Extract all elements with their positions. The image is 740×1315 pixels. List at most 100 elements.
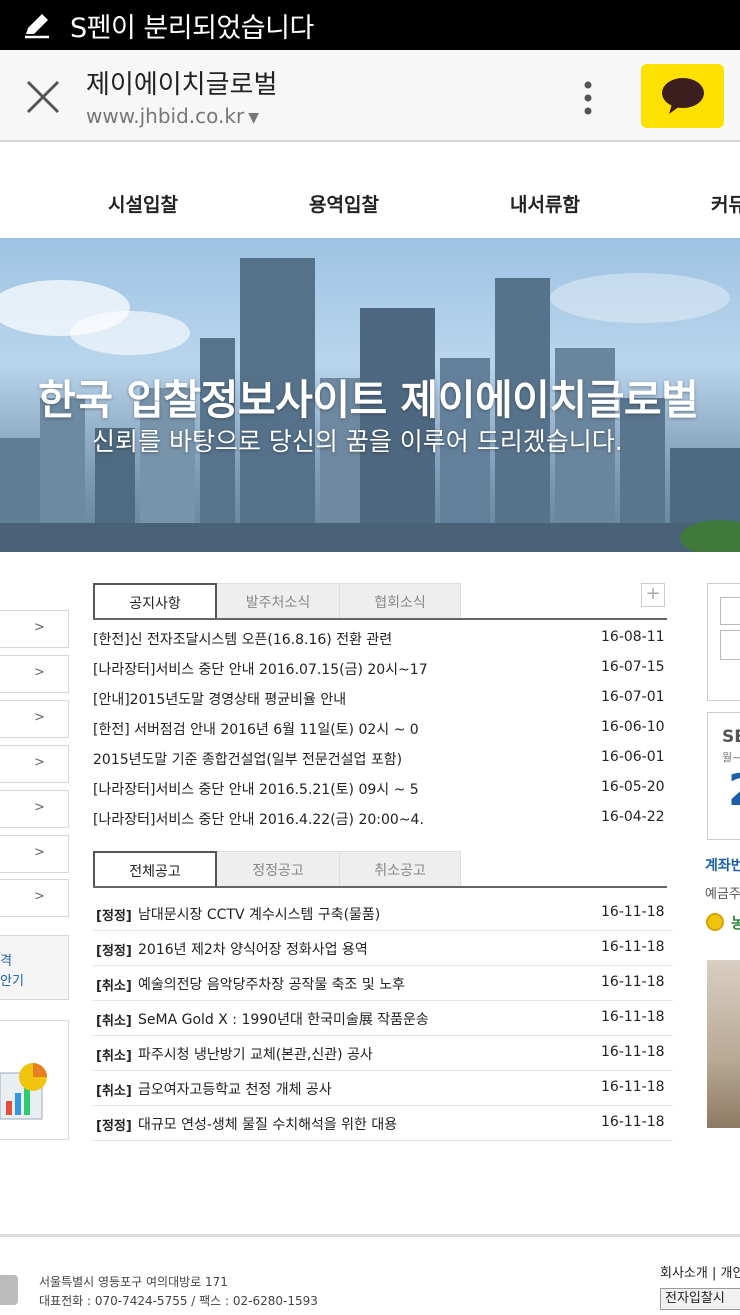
tab-client-news[interactable]: 발주처소식 [217,583,340,619]
notice-title: 2015년도말 기준 종합건설업(일부 전문건설업 포함) [93,752,403,768]
pen-icon [25,14,49,39]
url-text: www.jhbid.co.kr [86,104,245,128]
bid-title: SeMA Gold X : 1990년대 한국미술展 작품운송 [138,1012,429,1028]
page-title: 제이에이치글로벌 [86,70,278,100]
bid-title: 파주시청 냉난방기 교체(본관,신관) 공사 [138,1047,373,1063]
notice-title: [나라장터]서비스 중단 안내 2016.07.15(금) 20시~17 [93,662,428,678]
medal-icon [706,913,724,931]
support-card-number: 2 [728,765,740,816]
bid-status-tag: [정정] [96,909,132,924]
bid-status-tag: [취소] [96,1049,132,1064]
promo-photo[interactable] [707,960,740,1128]
bank-row: 농 [705,910,740,936]
bid-date: 16-11-18 [601,1009,665,1025]
notice-date: 16-07-15 [601,659,665,675]
tab-underline [93,886,667,888]
bid-title: 예술의전당 음악당주차장 공작물 축조 및 노후 [138,977,405,993]
sidebar-info-box[interactable]: 격 안기 [0,935,69,1000]
bid-date: 16-11-18 [601,904,665,920]
nav-item-my-documents[interactable]: 내서류함 [510,190,580,217]
account-holder-label: 예금주 [705,887,740,902]
tab-association-news[interactable]: 협회소식 [340,583,461,619]
notice-title: [안내]2015년도말 경영상태 평균비율 안내 [93,692,347,708]
footer-logo [0,1275,18,1305]
chevron-right-icon: > [34,889,45,904]
login-id-field[interactable] [720,597,740,625]
notice-date: 16-06-10 [601,719,665,735]
notice-date: 16-06-01 [601,749,665,765]
sidebar-menu-item[interactable]: > [0,610,69,648]
nav-item-facility-bids[interactable]: 시설입찰 [108,190,178,217]
support-card-label: SE [722,727,740,747]
nav-item-service-bids[interactable]: 용역입찰 [309,190,379,217]
browser-header: 제이에이치글로벌 www.jhbid.co.kr ▼ [0,50,740,142]
bid-title: 남대문시장 CCTV 계수시스템 구축(물품) [138,907,381,923]
chevron-right-icon: > [34,755,45,770]
support-card[interactable]: SE 월~ 2 [707,712,740,840]
table-row[interactable]: [취소] SeMA Gold X : 1990년대 한국미술展 작품운송 16-11… [93,1001,673,1036]
table-row[interactable]: [정정] 남대문시장 CCTV 계수시스템 구축(물품) 16-11-18 [93,896,673,931]
more-options-icon[interactable] [578,78,598,118]
bid-status-tag: [취소] [96,1014,132,1029]
bank-name: 농 [731,914,740,932]
sidebar-menu-item[interactable]: > [0,879,69,917]
chat-bubble-icon [661,78,704,114]
bid-date: 16-11-18 [601,1044,665,1060]
sidebar-chart-banner[interactable] [0,1020,69,1140]
sidebar-box-line1: 격 [0,954,12,969]
nav-item-community[interactable]: 커뮤 [711,190,740,217]
sidebar-menu-item[interactable]: > [0,745,69,783]
notice-title: [나라장터]서비스 중단 안내 2016.5.21(토) 09시 ~ 5 [93,782,419,798]
e-bidding-button[interactable]: 전자입찰시 [660,1288,740,1310]
notice-title: [한전]신 전자조달시스템 오픈(16.8.16) 전환 관련 [93,632,393,648]
banner-headline: 한국 입찰정보사이트 제이에이치글로벌 [38,376,699,424]
more-plus-button[interactable]: + [641,583,665,607]
table-row[interactable]: [정정] 대규모 연성-생체 물질 수치해석을 위한 대용 16-11-18 [93,1106,673,1141]
chevron-right-icon: > [34,620,45,635]
sidebar-menu-item[interactable]: > [0,790,69,828]
bid-date: 16-11-18 [601,1079,665,1095]
bid-title: 대규모 연성-생체 물질 수치해석을 위한 대용 [138,1117,398,1133]
notice-tabs: 공지사항 발주처소식 협회소식 + [93,583,667,620]
notice-date: 16-04-22 [601,809,665,825]
status-bar: S펜이 분리되었습니다 [0,0,740,50]
bid-title: 2016년 제2차 양식어장 정화사업 용역 [138,942,368,958]
footer-address: 서울특별시 영등포구 여의대방로 171 [39,1275,228,1289]
status-message: S펜이 분리되었습니다 [70,12,314,44]
bid-status-tag: [정정] [96,944,132,959]
bid-date: 16-11-18 [601,974,665,990]
footer-phone: 대표전화 : 070-7424-5755 / 팩스 : 02-6280-1593 [39,1294,318,1308]
table-row[interactable]: [취소] 금오여자고등학교 천정 개체 공사 16-11-18 [93,1071,673,1106]
table-row[interactable]: [정정] 2016년 제2차 양식어장 정화사업 용역 16-11-18 [93,931,673,966]
chart-illustration-icon [0,1063,47,1120]
notice-date: 16-07-01 [601,689,665,705]
tab-all-bids[interactable]: 전체공고 [93,851,217,888]
dropdown-caret-icon: ▼ [248,109,259,126]
table-row[interactable]: [취소] 파주시청 냉난방기 교체(본관,신관) 공사 16-11-18 [93,1036,673,1071]
footer-divider [0,1234,740,1237]
sidebar-menu-item[interactable]: > [0,835,69,873]
bid-date: 16-11-18 [601,1114,665,1130]
sidebar-box-line2: 안기 [0,974,24,989]
tab-cancelled-bids[interactable]: 취소공고 [340,851,461,887]
tab-corrected-bids[interactable]: 정정공고 [217,851,340,887]
support-card-hours: 월~ [722,751,740,764]
notice-title: [나라장터]서비스 중단 안내 2016.4.22(금) 20:00~4. [93,812,424,828]
login-password-field[interactable] [720,630,740,660]
notice-date: 16-08-11 [601,629,665,645]
main-nav: 시설입찰 용역입찰 내서류함 커뮤 [0,160,740,238]
close-icon[interactable] [24,78,62,116]
bid-status-tag: [취소] [96,979,132,994]
bid-date: 16-11-18 [601,939,665,955]
sidebar-menu-item[interactable]: > [0,700,69,738]
tab-notices[interactable]: 공지사항 [93,583,217,620]
table-row[interactable]: [취소] 예술의전당 음악당주차장 공작물 축조 및 노후 16-11-18 [93,966,673,1001]
sidebar-menu-item[interactable]: > [0,655,69,693]
footer-links[interactable]: 회사소개 | 개인 [660,1262,740,1281]
kakao-share-button[interactable] [641,64,724,128]
chevron-right-icon: > [34,665,45,680]
account-info-title: 계좌번 [705,858,740,874]
url-display[interactable]: www.jhbid.co.kr ▼ [86,104,259,128]
bid-tabs: 전체공고 정정공고 취소공고 [93,851,667,888]
chevron-right-icon: > [34,800,45,815]
